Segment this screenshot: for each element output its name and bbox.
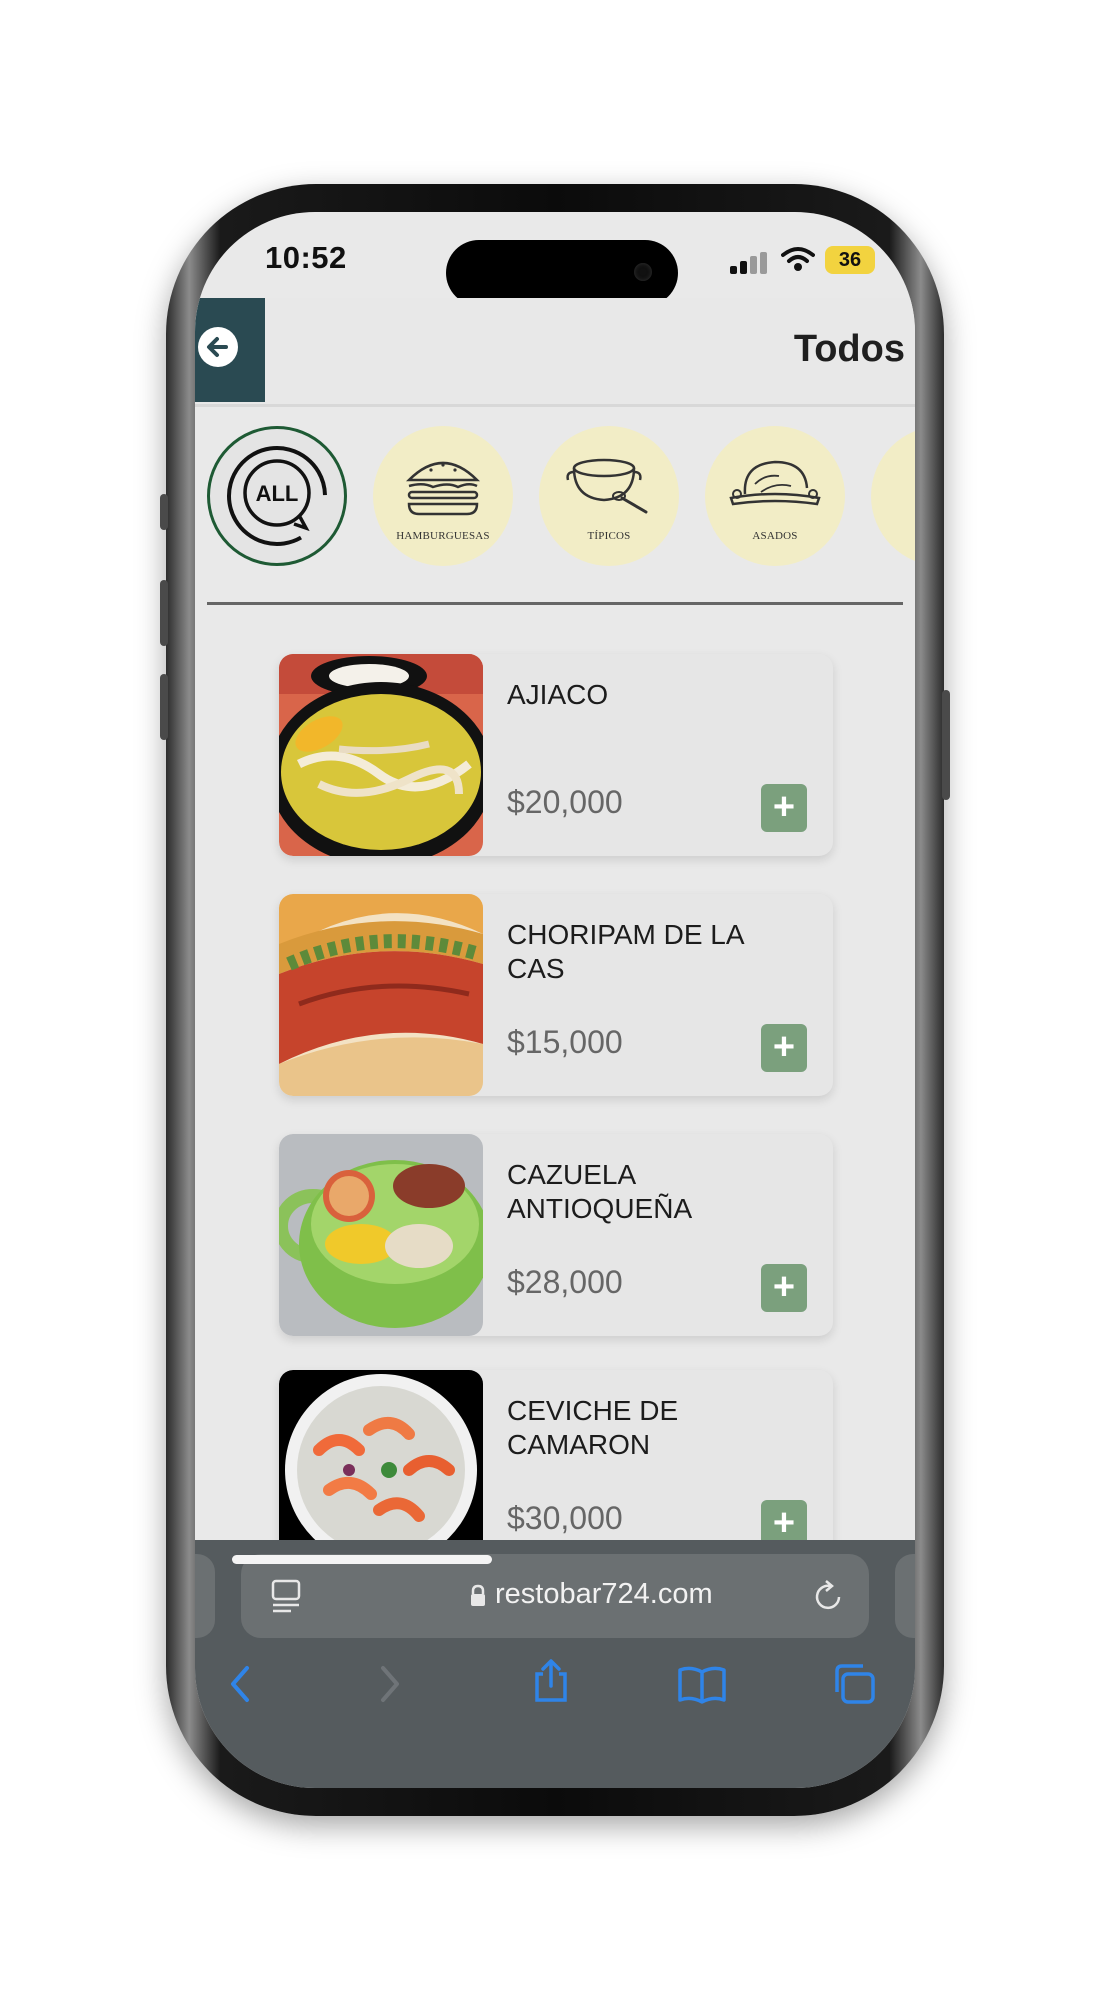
camera-icon [634, 263, 652, 281]
category-label: HAMBURGUESAS [396, 530, 490, 542]
category-asados[interactable]: ASADOS [705, 426, 845, 566]
category-tipicos[interactable]: TÍPICOS [539, 426, 679, 566]
burger-icon [405, 461, 481, 516]
choripan-image [279, 894, 483, 1096]
next-tab-preview[interactable] [895, 1554, 915, 1638]
product-price: $28,000 [507, 1264, 623, 1300]
share-icon[interactable] [531, 1658, 571, 1704]
tabs-icon[interactable] [831, 1662, 877, 1706]
page-title: Todos [793, 328, 905, 370]
category-next-partial[interactable] [871, 426, 915, 566]
cazuela-image [279, 1134, 483, 1336]
product-name: AJIACO [507, 679, 609, 710]
product-name: CHORIPAM DE LA CAS [507, 919, 743, 984]
pot-icon [566, 458, 648, 514]
category-carousel[interactable]: ALL HAMBURGUESAS TÍPICOS ASADOS [195, 426, 915, 576]
product-name: CEVICHE DE CAMARON [507, 1395, 679, 1460]
status-time: 10:52 [265, 240, 347, 275]
product-price: $20,000 [507, 784, 623, 820]
home-indicator[interactable] [232, 1555, 492, 1564]
battery-icon: 36 [825, 246, 875, 274]
browser-toolbar: restobar724.com [195, 1540, 915, 1788]
reload-icon[interactable] [813, 1579, 845, 1613]
ajiaco-image [279, 654, 483, 856]
status-bar: 10:52 36 [195, 212, 915, 306]
url-text: restobar724.com [495, 1578, 713, 1610]
phone-screen: 10:52 36 Todos ALL HAMBURGUESAS TÍPICOS … [195, 212, 915, 1788]
product-card[interactable]: CHORIPAM DE LA CAS $15,000 + [279, 894, 833, 1096]
category-label: ASADOS [752, 530, 798, 542]
add-to-cart-button[interactable]: + [761, 784, 807, 832]
category-hamburguesas[interactable]: HAMBURGUESAS [373, 426, 513, 566]
reader-mode-icon[interactable] [271, 1579, 303, 1613]
action-button [160, 494, 168, 530]
category-label: TÍPICOS [587, 530, 631, 542]
add-to-cart-button[interactable]: + [761, 1264, 807, 1312]
product-card[interactable]: AJIACO $20,000 + [279, 654, 833, 856]
bookmarks-icon[interactable] [677, 1664, 727, 1704]
all-icon: ALL [227, 446, 327, 546]
product-name: CAZUELA ANTIOQUEÑA [507, 1159, 693, 1224]
roast-icon [729, 460, 821, 506]
category-divider [207, 602, 903, 605]
previous-tab-preview[interactable] [195, 1554, 215, 1638]
product-card[interactable]: CAZUELA ANTIOQUEÑA $28,000 + [279, 1134, 833, 1336]
back-button[interactable] [195, 298, 265, 402]
forward-chevron-icon[interactable] [375, 1662, 405, 1706]
lock-icon [471, 1584, 485, 1606]
power-button [942, 690, 950, 800]
add-to-cart-button[interactable]: + [761, 1024, 807, 1072]
svg-text:ALL: ALL [256, 481, 299, 506]
volume-down-button [160, 674, 168, 740]
dynamic-island [446, 240, 678, 306]
back-arrow-icon [198, 327, 238, 367]
product-price: $30,000 [507, 1500, 623, 1536]
product-price: $15,000 [507, 1024, 623, 1060]
wifi-icon [781, 247, 815, 271]
app-header: Todos [195, 298, 915, 407]
category-all[interactable]: ALL [207, 426, 347, 566]
volume-up-button [160, 580, 168, 646]
signal-icon [730, 252, 770, 274]
address-bar[interactable]: restobar724.com [241, 1554, 869, 1638]
back-chevron-icon[interactable] [225, 1662, 255, 1706]
